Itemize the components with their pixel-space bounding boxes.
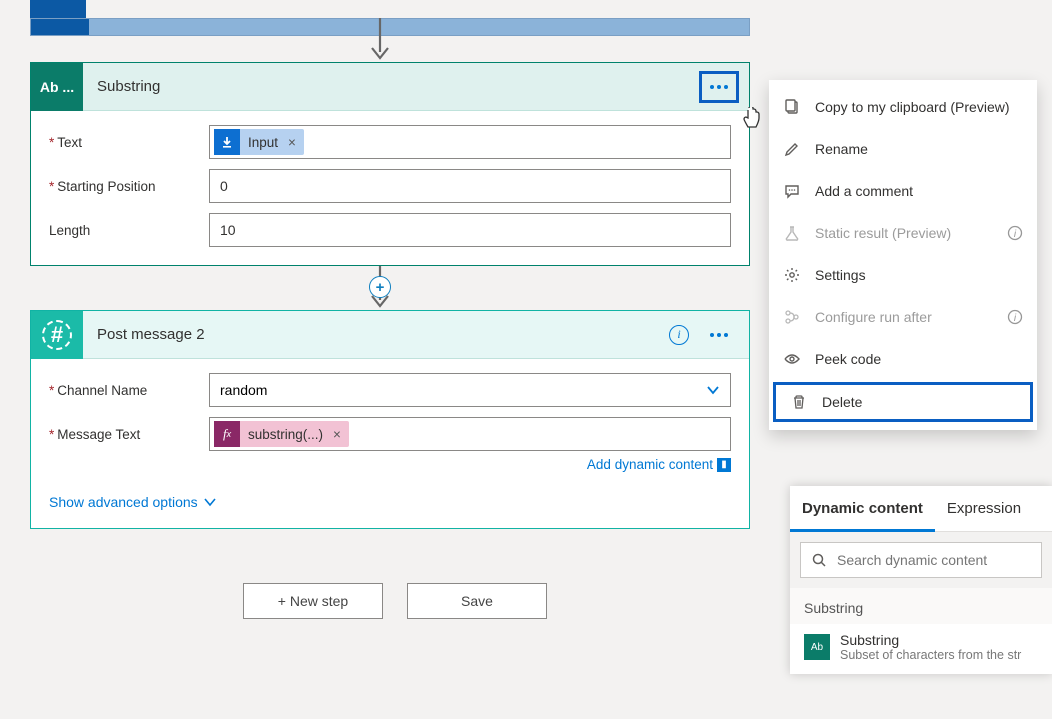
footer-buttons: + New step Save [0, 583, 790, 619]
menu-settings[interactable]: Settings [769, 254, 1037, 296]
card-menu-button[interactable] [699, 319, 739, 351]
menu-peek-code[interactable]: Peek code [769, 338, 1037, 380]
connector-arrow: + [0, 266, 760, 310]
message-text-input[interactable]: fx substring(...) × [209, 417, 731, 451]
length-input[interactable]: 10 [209, 213, 731, 247]
flask-icon [783, 224, 801, 242]
field-label-text: *Text [49, 135, 209, 150]
info-icon: i [1007, 309, 1023, 325]
card-title: Post message 2 [97, 326, 205, 343]
menu-add-comment[interactable]: Add a comment [769, 170, 1037, 212]
search-input[interactable] [837, 552, 1031, 568]
ellipsis-icon [709, 332, 729, 338]
tab-expression[interactable]: Expression [935, 486, 1033, 531]
dyn-badge-icon: ▮ [717, 458, 731, 472]
card-header[interactable]: Ab ... Substring [31, 63, 749, 111]
card-body: *Channel Name random *Message Text fx [31, 359, 749, 528]
result-subtitle: Subset of characters from the str [840, 648, 1021, 662]
svg-text:i: i [1014, 313, 1017, 324]
card-title: Substring [97, 78, 160, 95]
field-label-channel: *Channel Name [49, 383, 209, 398]
ellipsis-icon [709, 84, 729, 90]
menu-label: Delete [822, 394, 862, 410]
connector-arrow [0, 18, 760, 62]
menu-label: Settings [815, 267, 866, 283]
dyn-category: Substring [790, 588, 1052, 624]
dyn-search-box[interactable] [800, 542, 1042, 578]
search-icon [811, 552, 827, 568]
token-remove[interactable]: × [286, 135, 304, 150]
save-button[interactable]: Save [407, 583, 547, 619]
menu-delete[interactable]: Delete [773, 382, 1033, 422]
svg-text:i: i [1014, 229, 1017, 240]
branch-icon [783, 308, 801, 326]
dyn-result-item[interactable]: Ab Substring Subset of characters from t… [790, 624, 1052, 674]
starting-position-input[interactable]: 0 [209, 169, 731, 203]
channel-value: random [220, 382, 267, 398]
token-icon [214, 129, 240, 155]
menu-label: Static result (Preview) [815, 225, 951, 241]
menu-label: Configure run after [815, 309, 932, 325]
menu-label: Copy to my clipboard (Preview) [815, 99, 1010, 115]
token-remove[interactable]: × [331, 427, 349, 442]
menu-rename[interactable]: Rename [769, 128, 1037, 170]
tab-dynamic-content[interactable]: Dynamic content [790, 486, 935, 532]
menu-configure-run-after: Configure run after i [769, 296, 1037, 338]
fx-icon: fx [214, 421, 240, 447]
channel-select[interactable]: random [209, 373, 731, 407]
text-input[interactable]: Input × [209, 125, 731, 159]
token-substring[interactable]: fx substring(...) × [214, 421, 349, 447]
pencil-icon [783, 140, 801, 158]
card-menu-button[interactable] [699, 71, 739, 103]
menu-label: Peek code [815, 351, 881, 367]
field-label-length: Length [49, 223, 209, 238]
dyn-tabs: Dynamic content Expression [790, 486, 1052, 532]
token-input[interactable]: Input × [214, 129, 304, 155]
info-icon[interactable]: i [669, 325, 689, 345]
field-label-start: *Starting Position [49, 179, 209, 194]
show-advanced-link[interactable]: Show advanced options [49, 494, 216, 510]
result-title: Substring [840, 632, 1021, 648]
token-label: substring(...) [240, 427, 331, 442]
context-menu: Copy to my clipboard (Preview) Rename Ad… [769, 80, 1037, 430]
card-substring: Ab ... Substring *Text [30, 62, 750, 266]
trash-icon [790, 393, 808, 411]
dynamic-content-panel: Dynamic content Expression Substring Ab … [790, 486, 1052, 674]
card-post-message: # Post message 2 i *Channel Name random [30, 310, 750, 529]
chevron-down-icon [706, 385, 720, 395]
clipboard-icon [783, 98, 801, 116]
menu-label: Rename [815, 141, 868, 157]
field-label-message: *Message Text [49, 427, 209, 442]
menu-copy-clipboard[interactable]: Copy to my clipboard (Preview) [769, 86, 1037, 128]
gear-icon [783, 266, 801, 284]
chevron-down-icon [204, 498, 216, 507]
card-header[interactable]: # Post message 2 i [31, 311, 749, 359]
arrow-down-icon [369, 18, 391, 62]
new-step-button[interactable]: + New step [243, 583, 383, 619]
info-icon: i [1007, 225, 1023, 241]
card-body: *Text Input × *Starting Position [31, 111, 749, 265]
eye-icon [783, 350, 801, 368]
menu-static-result: Static result (Preview) i [769, 212, 1037, 254]
flow-canvas: Ab ... Substring *Text [0, 18, 760, 619]
action-icon-hash: # [31, 311, 83, 359]
add-dynamic-content-link[interactable]: Add dynamic content▮ [49, 457, 731, 472]
menu-label: Add a comment [815, 183, 913, 199]
action-icon-ab: Ab ... [31, 63, 83, 111]
result-icon-ab: Ab [804, 634, 830, 660]
comment-icon [783, 182, 801, 200]
add-step-button[interactable]: + [369, 276, 391, 298]
token-label: Input [240, 135, 286, 150]
